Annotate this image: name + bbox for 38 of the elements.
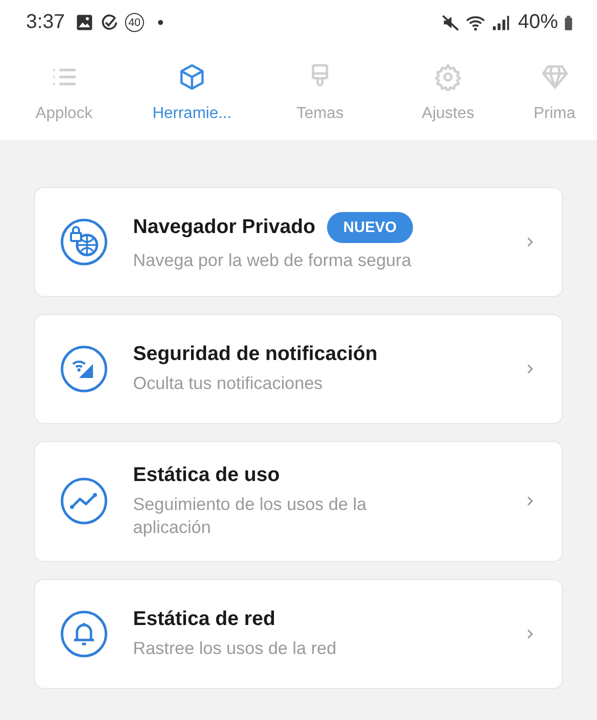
tool-description: Navega por la web de forma segura [133, 249, 412, 272]
tool-card[interactable]: Estática de uso Seguimiento de los usos de la aplicación [34, 441, 563, 562]
settings-icon [434, 62, 462, 90]
chevron-icon [526, 628, 534, 640]
dot-icon [158, 20, 163, 25]
tool-description: Rastree los usos de la red [133, 636, 338, 660]
wifi-signal-icon [59, 344, 109, 394]
new-badge: NUEVO [327, 212, 413, 244]
chevron-icon [526, 236, 534, 248]
tool-card[interactable]: Estática de red Rastree los usos de la red [34, 578, 563, 688]
image-icon [74, 13, 94, 32]
tool-title: Estática de red [133, 608, 276, 631]
cube-icon [178, 62, 206, 90]
tool-title: Navegador Privado [133, 216, 316, 240]
nav-tab[interactable]: Prima [512, 45, 597, 140]
tool-card[interactable]: Navegador Privado NUEVO Navega por la web de forma segura [34, 187, 563, 297]
tool-card[interactable]: Seguridad de notificación Oculta tus notificaciones [34, 314, 563, 424]
battery-icon [564, 14, 573, 32]
nav-tab[interactable]: Herramie... [128, 45, 256, 140]
wifi-icon [466, 13, 485, 32]
notification-count: 40 [124, 13, 144, 32]
tool-description: Seguimiento de los usos de la aplicación [133, 493, 368, 538]
signal-icon [490, 13, 510, 32]
chevron-icon [526, 363, 534, 375]
chevron-icon [526, 495, 534, 508]
clock-time: 3:37 [26, 11, 65, 34]
tool-title: Seguridad de notificación [133, 343, 378, 366]
globe-lock-icon [59, 217, 109, 267]
diamond-icon [540, 62, 568, 90]
battery-percent: 40% [518, 11, 558, 34]
bell-icon [59, 608, 109, 658]
tool-title: Estática de uso [133, 464, 280, 487]
check-icon [100, 13, 119, 32]
mute-icon [440, 13, 460, 32]
nav-tab[interactable]: Ajustes [384, 45, 512, 140]
tool-description: Oculta tus notificaciones [133, 372, 324, 395]
nav-tab[interactable]: Applock [0, 45, 128, 140]
nav-tab[interactable]: Temas [256, 45, 384, 140]
